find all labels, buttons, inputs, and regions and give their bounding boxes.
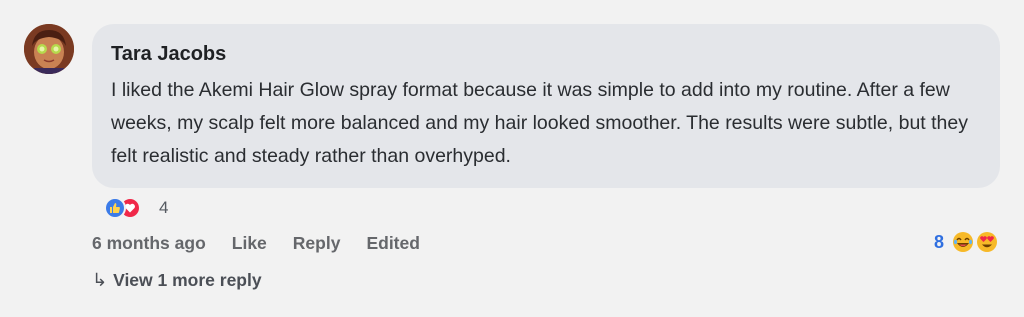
avatar[interactable] (24, 24, 74, 74)
edited-label[interactable]: Edited (366, 233, 419, 254)
comment-container: Tara Jacobs I liked the Akemi Hair Glow … (0, 0, 1024, 317)
side-reaction-count: 8 (933, 231, 944, 252)
laughing-emoji-icon (952, 231, 974, 253)
view-more-replies-link[interactable]: ↳ View 1 more reply (92, 270, 262, 291)
side-reactions[interactable]: 8 (934, 231, 998, 253)
reaction-summary[interactable]: 4 (104, 196, 168, 220)
reply-button[interactable]: Reply (293, 233, 341, 254)
like-button[interactable]: Like (232, 233, 267, 254)
comment-text: I liked the Akemi Hair Glow spray format… (111, 79, 968, 167)
comment-actions: 6 months ago Like Reply Edited (92, 233, 446, 254)
like-icon (104, 197, 126, 219)
view-more-label: View 1 more reply (113, 270, 262, 290)
heart-eyes-emoji-icon (976, 231, 998, 253)
comment-bubble: Tara Jacobs I liked the Akemi Hair Glow … (92, 24, 1000, 188)
reaction-count: 4 (159, 198, 169, 217)
comment-timestamp[interactable]: 6 months ago (92, 233, 206, 254)
reply-arrow-icon: ↳ (92, 270, 108, 290)
avatar-image (24, 24, 74, 74)
comment-author[interactable]: Tara Jacobs (111, 42, 976, 66)
